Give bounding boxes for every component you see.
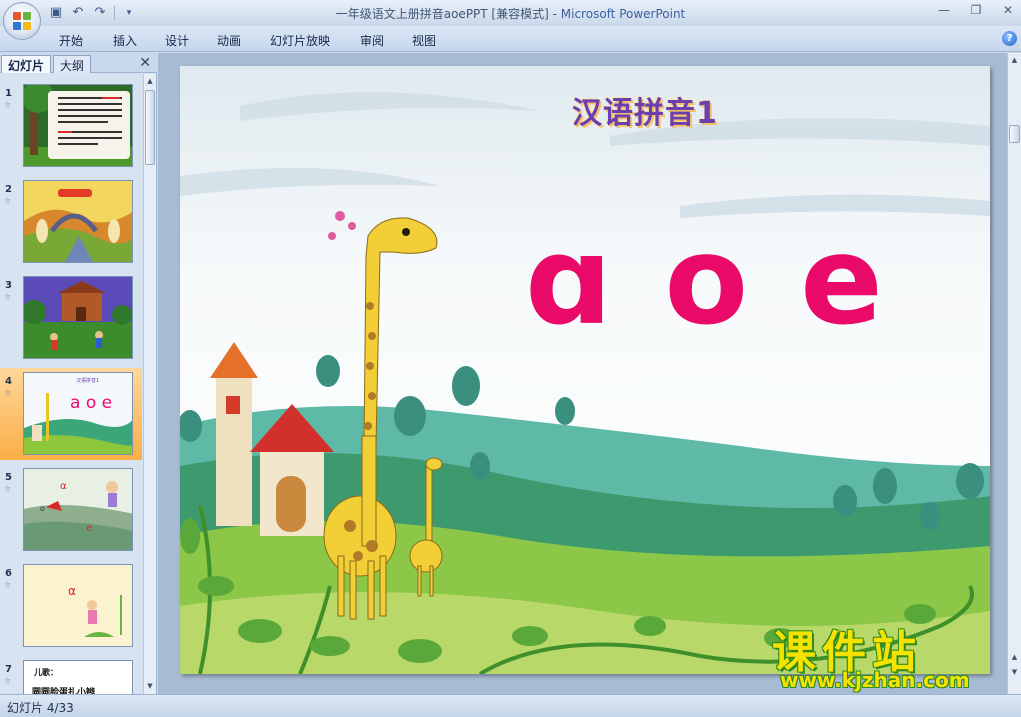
tab-home[interactable]: 开始 <box>59 32 83 49</box>
tab-insert[interactable]: 插入 <box>113 32 137 49</box>
current-slide[interactable]: 汉语拼音1 ɑ o e <box>180 66 990 674</box>
slide-number: 3 <box>5 280 12 291</box>
watermark-logo: 课件站 www.kjzhan.com <box>772 616 1002 694</box>
title-bar: ▣ ↶ ↷ ▾ 一年级语文上册拼音aoePPT [兼容模式] - Microso… <box>0 0 1021 40</box>
slide-2-preview <box>24 181 132 262</box>
vowel-letters: ɑ o e <box>525 216 883 346</box>
slide-number: 2 <box>5 184 12 195</box>
slide-thumbnail[interactable] <box>23 276 133 359</box>
restore-icon[interactable]: ❐ <box>969 3 983 17</box>
thumbnail-scrollbar[interactable]: ▲ ▼ <box>143 74 156 694</box>
tab-animations[interactable]: 动画 <box>217 32 241 49</box>
minimize-icon[interactable]: — <box>937 3 951 17</box>
tab-outline[interactable]: 大纲 <box>53 55 92 73</box>
thumb-line-1: 儿歌： <box>33 667 58 677</box>
animation-star-icon: ☆ <box>4 484 12 493</box>
scroll-up-icon[interactable]: ▲ <box>1008 54 1021 67</box>
slide-indicator: 幻灯片 4/33 <box>7 701 74 715</box>
slide-thumbnail[interactable]: 儿歌： 圆圆脸蛋扎小辫 <box>23 660 133 694</box>
thumb-label-a: α <box>60 481 67 492</box>
slide-number: 1 <box>5 88 12 99</box>
tab-view[interactable]: 视图 <box>412 32 436 49</box>
panel-tabs: 幻灯片 大纲 ✕ <box>0 53 157 73</box>
animation-star-icon: ☆ <box>4 388 12 397</box>
slide-scrollbar[interactable]: ▲ ▲ ▼ <box>1007 53 1021 694</box>
slide-editing-area: 汉语拼音1 ɑ o e <box>158 53 1007 694</box>
vowel-o: o <box>664 210 749 352</box>
slide-thumbnail-row[interactable]: 6 ☆ α <box>0 560 142 652</box>
watermark-url: www.kjzhan.com <box>780 668 970 692</box>
close-icon[interactable]: ✕ <box>1001 3 1015 17</box>
slide-5-preview: α o e <box>24 469 132 550</box>
tab-slide-show[interactable]: 幻灯片放映 <box>270 32 330 49</box>
tab-design[interactable]: 设计 <box>165 32 189 49</box>
tab-slides[interactable]: 幻灯片 <box>1 55 52 73</box>
next-slide-icon[interactable]: ▼ <box>1008 666 1021 679</box>
slide-3-preview <box>24 277 132 358</box>
animation-star-icon: ☆ <box>4 100 12 109</box>
slide-thumbnail-row-selected[interactable]: 4 ☆ 汉语拼音1 a o e <box>0 368 142 460</box>
thumb-label-e: e <box>86 523 92 534</box>
animation-star-icon: ☆ <box>4 580 12 589</box>
office-logo-icon <box>13 12 32 31</box>
slide-thumbnail-row[interactable]: 1 ☆ <box>0 80 142 172</box>
office-button[interactable] <box>3 2 41 40</box>
slide-6-preview: α <box>24 565 132 646</box>
powerpoint-window: ▣ ↶ ↷ ▾ 一年级语文上册拼音aoePPT [兼容模式] - Microso… <box>0 0 1021 717</box>
scrollbar-thumb[interactable] <box>1009 125 1020 143</box>
slide-thumbnail-row[interactable]: 5 ☆ α o e <box>0 464 142 556</box>
slide-number: 7 <box>5 664 12 675</box>
slide-thumbnail-row[interactable]: 7 ☆ 儿歌： 圆圆脸蛋扎小辫 <box>0 656 142 694</box>
slide-number: 6 <box>5 568 12 579</box>
thumb-vowels: a o e <box>70 393 112 413</box>
slide-thumbnail[interactable]: α <box>23 564 133 647</box>
help-icon[interactable]: ? <box>1002 31 1017 46</box>
slide-4-preview: 汉语拼音1 a o e <box>24 373 132 454</box>
slide-thumbnail[interactable] <box>23 180 133 263</box>
thumb-line-2: 圆圆脸蛋扎小辫 <box>32 686 95 694</box>
slide-number: 4 <box>5 376 12 387</box>
slide-7-preview: 儿歌： 圆圆脸蛋扎小辫 <box>24 661 132 694</box>
previous-slide-icon[interactable]: ▲ <box>1008 651 1021 664</box>
slide-thumbnail-row[interactable]: 2 ☆ <box>0 176 142 268</box>
close-panel-icon[interactable]: ✕ <box>139 55 151 71</box>
slide-thumbnail-row[interactable]: 3 ☆ <box>0 272 142 364</box>
scroll-up-icon[interactable]: ▲ <box>144 75 156 88</box>
animation-star-icon: ☆ <box>4 676 12 685</box>
vowel-e: e <box>800 210 883 352</box>
slide-number: 5 <box>5 472 12 483</box>
vowel-a: ɑ <box>525 210 613 352</box>
tab-review[interactable]: 审阅 <box>360 32 384 49</box>
slide-thumbnail[interactable] <box>23 84 133 167</box>
window-title: 一年级语文上册拼音aoePPT [兼容模式] - Microsoft Power… <box>0 5 1021 22</box>
scroll-down-icon[interactable]: ▼ <box>144 680 156 693</box>
slides-panel: 幻灯片 大纲 ✕ 1 ☆ 2 ☆ 3 ☆ 4 ☆ 汉语拼音1 a o e 5 ☆… <box>0 53 157 694</box>
thumb-label-o: o <box>40 504 45 513</box>
slide-illustration <box>180 66 990 674</box>
thumb-title: 汉语拼音1 <box>76 377 99 384</box>
slide-thumbnail[interactable]: 汉语拼音1 a o e <box>23 372 133 455</box>
slide-title: 汉语拼音1 <box>572 96 718 131</box>
ribbon-tabs: 开始 插入 设计 动画 幻灯片放映 审阅 视图 ? <box>0 26 1021 52</box>
window-controls: — ❐ ✕ <box>937 3 1015 17</box>
thumb-label-a: α <box>68 584 76 598</box>
slide-thumbnail[interactable]: α o e <box>23 468 133 551</box>
animation-star-icon: ☆ <box>4 196 12 205</box>
app-name: Microsoft PowerPoint <box>560 7 686 21</box>
scrollbar-thumb[interactable] <box>145 90 155 165</box>
slide-1-preview <box>24 85 132 166</box>
status-bar: 幻灯片 4/33 <box>0 694 1021 717</box>
document-title: 一年级语文上册拼音aoePPT [兼容模式] - <box>335 7 561 21</box>
animation-star-icon: ☆ <box>4 292 12 301</box>
thumbnail-list: 1 ☆ 2 ☆ 3 ☆ 4 ☆ 汉语拼音1 a o e 5 ☆ α o e 6 … <box>0 74 142 694</box>
